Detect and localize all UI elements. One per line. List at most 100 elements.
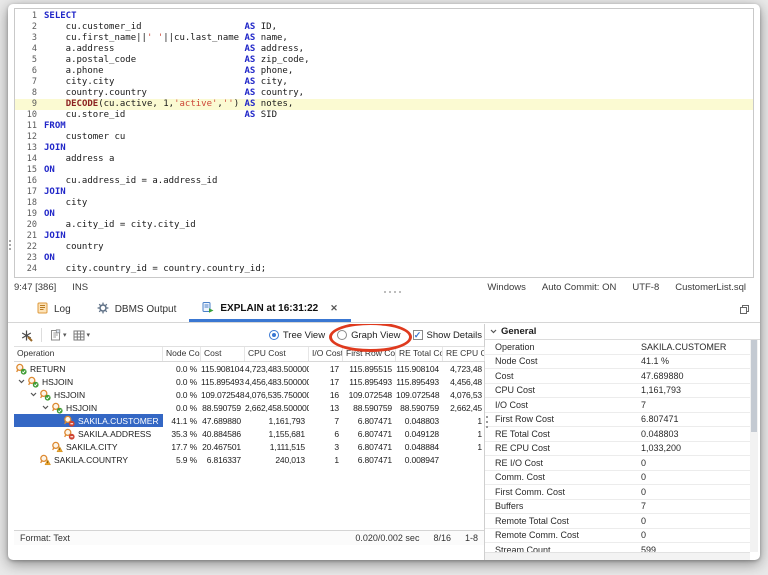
column-header[interactable]: RE CPU C: [443, 347, 485, 361]
column-header[interactable]: Cost: [201, 347, 245, 361]
plan-row[interactable]: SAKILA.CUSTOMER41.1 %47.6898801,161,7937…: [14, 414, 484, 427]
cost-cell: 1,155,681: [245, 429, 309, 439]
property-row[interactable]: Buffers7: [485, 500, 750, 515]
cost-cell: 3: [309, 442, 343, 452]
code-line[interactable]: 3 cu.first_name||' '||cu.last_name AS na…: [15, 33, 753, 44]
code-line[interactable]: 8 country.country AS country,: [15, 88, 753, 99]
property-row[interactable]: I/O Cost7: [485, 398, 750, 413]
code-line[interactable]: 13JOIN: [15, 143, 753, 154]
code-line[interactable]: 6 a.phone AS phone,: [15, 66, 753, 77]
properties-header[interactable]: General: [485, 324, 760, 340]
close-icon[interactable]: ✕: [330, 303, 338, 314]
line-number: 4: [15, 44, 44, 55]
property-row[interactable]: RE Total Cost0.048803: [485, 427, 750, 442]
column-header[interactable]: I/O Cost: [309, 347, 343, 361]
code-line[interactable]: 24 city.country_id = country.country_id;: [15, 264, 753, 275]
copy-plan-icon[interactable]: ▾: [47, 327, 70, 343]
property-row[interactable]: First Comm. Cost0: [485, 485, 750, 500]
code-line[interactable]: 4 a.address AS address,: [15, 44, 753, 55]
operation-label: HSJOIN: [54, 390, 85, 400]
code-line[interactable]: 12 customer cu: [15, 132, 753, 143]
code-line[interactable]: 11FROM: [15, 121, 753, 132]
tab-label: Log: [54, 304, 71, 315]
code-line[interactable]: 18 city: [15, 198, 753, 209]
sql-editor[interactable]: 1SELECT2 cu.customer_id AS ID,3 cu.first…: [14, 8, 754, 278]
scrollbar-thumb[interactable]: [751, 340, 757, 432]
code-text: cu.first_name||' '||cu.last_name AS name…: [44, 33, 288, 44]
plan-row[interactable]: SAKILA.ADDRESS35.3 %40.8845861,155,68166…: [14, 427, 484, 440]
code-line[interactable]: 21JOIN: [15, 231, 753, 242]
grid-dropdown-caret[interactable]: ▾: [87, 331, 91, 339]
horizontal-sash-handle[interactable]: [384, 291, 401, 293]
code-line[interactable]: 23ON: [15, 253, 753, 264]
code-line[interactable]: 17JOIN: [15, 187, 753, 198]
operation-cell: HSJOIN: [14, 401, 163, 414]
splitter-handle[interactable]: [486, 416, 488, 428]
property-row[interactable]: RE I/O Cost0: [485, 456, 750, 471]
cost-cell: 1: [443, 416, 485, 426]
explain-icon: [202, 301, 214, 316]
copy-dropdown-caret[interactable]: ▾: [63, 331, 67, 339]
plan-row[interactable]: HSJOIN0.0 %88.5907592,662,458.5000001388…: [14, 401, 484, 414]
maximize-panel-icon[interactable]: [739, 297, 750, 322]
property-row[interactable]: Comm. Cost0: [485, 471, 750, 486]
chevron-down-icon[interactable]: [27, 392, 39, 397]
configure-plan-icon[interactable]: [17, 327, 36, 344]
column-header[interactable]: Operation: [14, 347, 163, 361]
properties-scrollbar[interactable]: [750, 340, 758, 552]
column-header[interactable]: RE Total Cost: [396, 347, 443, 361]
code-text: ON: [44, 209, 55, 220]
code-line[interactable]: 19ON: [15, 209, 753, 220]
code-line[interactable]: 5 a.postal_code AS zip_code,: [15, 55, 753, 66]
code-line[interactable]: 2 cu.customer_id AS ID,: [15, 22, 753, 33]
operation-label: RETURN: [30, 364, 65, 374]
operation-label: SAKILA.CUSTOMER: [78, 416, 159, 426]
column-header[interactable]: CPU Cost: [245, 347, 309, 361]
property-row[interactable]: CPU Cost1,161,793: [485, 384, 750, 399]
checkbox-show-details[interactable]: ✓Show Details: [413, 330, 482, 341]
property-row[interactable]: Remote Total Cost0: [485, 514, 750, 529]
code-line[interactable]: 20 a.city_id = city.city_id: [15, 220, 753, 231]
property-row[interactable]: RE CPU Cost1,033,200: [485, 442, 750, 457]
plan-row[interactable]: RETURN0.0 %115.9081044,723,483.500000171…: [14, 362, 484, 375]
tab-explain-at-16-31-22[interactable]: EXPLAIN at 16:31:22✕: [189, 297, 350, 322]
cost-cell: 17: [309, 364, 343, 374]
operation-label: SAKILA.COUNTRY: [54, 455, 128, 465]
plan-row[interactable]: SAKILA.CITY17.7 %20.4675011,111,51536.80…: [14, 440, 484, 453]
checkbox-icon: ✓: [413, 330, 423, 340]
tab-log[interactable]: Log: [24, 297, 84, 322]
radio-tree-view[interactable]: Tree View: [269, 330, 325, 341]
column-header[interactable]: First Row Cost: [343, 347, 396, 361]
property-row[interactable]: OperationSAKILA.CUSTOMER: [485, 340, 750, 355]
chevron-down-icon[interactable]: [39, 405, 51, 410]
line-number: 21: [15, 231, 44, 242]
code-line[interactable]: 15ON: [15, 165, 753, 176]
code-line[interactable]: 14 address a: [15, 154, 753, 165]
properties-hscrollbar[interactable]: [485, 552, 750, 560]
plan-panel: ▾ ▾ Tree View Graph View ✓Show Details Ope…: [14, 324, 485, 560]
code-line[interactable]: 7 city.city AS city,: [15, 77, 753, 88]
property-label: RE Total Cost: [485, 429, 641, 439]
radio-graph-view[interactable]: Graph View: [337, 330, 400, 341]
property-row[interactable]: Node Cost41.1 %: [485, 355, 750, 370]
cost-cell: 4,723,48: [443, 364, 485, 374]
property-label: First Row Cost: [485, 414, 641, 424]
tab-dbms-output[interactable]: DBMS Output: [84, 297, 190, 322]
plan-row[interactable]: SAKILA.COUNTRY5.9 %6.816337240,01316.807…: [14, 453, 484, 466]
property-row[interactable]: Remote Comm. Cost0: [485, 529, 750, 544]
chevron-down-icon[interactable]: [15, 379, 27, 384]
code-line[interactable]: 10 cu.store_id AS SID: [15, 110, 753, 121]
code-line[interactable]: 22 country: [15, 242, 753, 253]
code-line[interactable]: 16 cu.address_id = a.address_id: [15, 176, 753, 187]
line-number: 10: [15, 110, 44, 121]
column-header[interactable]: Node Cost: [163, 347, 201, 361]
grid-view-icon[interactable]: ▾: [70, 328, 94, 343]
code-line[interactable]: 9 DECODE(cu.active, 1,'active','') AS no…: [15, 99, 753, 110]
plan-row[interactable]: HSJOIN0.0 %115.8954934,456,483.500000171…: [14, 375, 484, 388]
code-line[interactable]: 1SELECT: [15, 11, 753, 22]
property-row[interactable]: First Row Cost6.807471: [485, 413, 750, 428]
property-row[interactable]: Cost47.689880: [485, 369, 750, 384]
plan-row[interactable]: HSJOIN0.0 %109.0725484,076,535.750000161…: [14, 388, 484, 401]
property-value: 0: [641, 516, 646, 526]
left-sash-handle[interactable]: [9, 240, 11, 250]
